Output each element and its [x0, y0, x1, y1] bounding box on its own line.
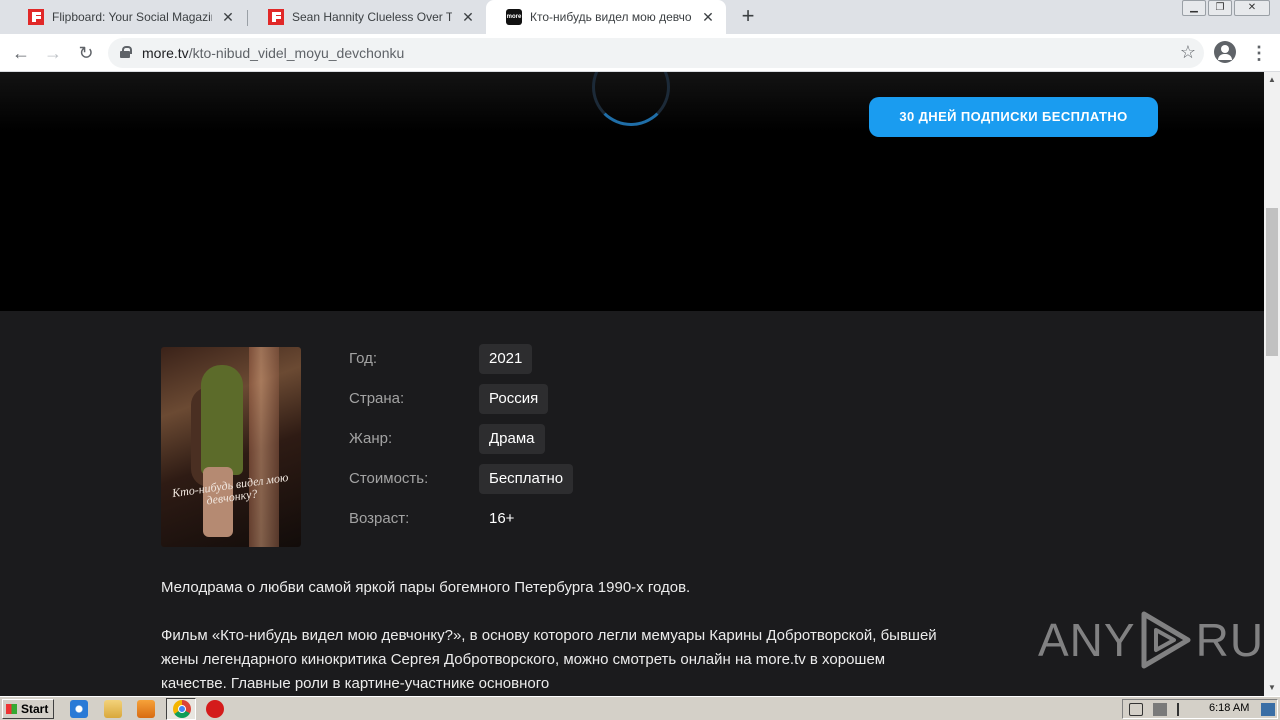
scrollbar-thumb[interactable] [1266, 208, 1278, 356]
file-explorer-icon[interactable] [104, 700, 122, 718]
flipboard-icon [28, 9, 44, 25]
detail-label: Стоимость: [349, 470, 429, 487]
close-tab-icon[interactable]: ✕ [220, 9, 236, 25]
anyrun-watermark: ANY RUN [1038, 610, 1264, 670]
detail-label: Год: [349, 350, 378, 367]
tab-title: Flipboard: Your Social Magazine [52, 10, 212, 24]
browser-toolbar: ← → ↻ more.tv/kto-nibud_videl_moyu_devch… [0, 34, 1280, 72]
movie-poster: Кто-нибудь видел мою девчонку? [161, 347, 301, 547]
detail-row-genre: Жанр: Драма [349, 424, 749, 454]
close-tab-icon[interactable]: ✕ [460, 9, 476, 25]
movie-description: Мелодрама о любви самой яркой пары богем… [161, 576, 951, 696]
detail-label: Жанр: [349, 430, 393, 447]
tab-title: Sean Hannity Clueless Over Tucker C [292, 10, 452, 24]
url-text[interactable]: more.tv/kto-nibud_videl_moyu_devchonku [142, 45, 404, 61]
url-path: /kto-nibud_videl_moyu_devchonku [188, 45, 405, 61]
price-tag[interactable]: Бесплатно [479, 464, 574, 494]
watermark-text-right: RUN [1195, 614, 1264, 666]
show-desktop-icon[interactable] [1261, 703, 1275, 716]
detail-row-year: Год: 2021 [349, 344, 749, 374]
flipboard-icon [268, 9, 284, 25]
antivirus-icon[interactable] [206, 700, 224, 718]
close-tab-icon[interactable]: ✕ [700, 9, 716, 25]
tab-title: Кто-нибудь видел мою девчонку? [530, 10, 692, 24]
tab-hannity[interactable]: Sean Hannity Clueless Over Tucker C ✕ [248, 0, 486, 34]
taskbar-chrome-button[interactable] [166, 698, 196, 720]
more-tv-icon: more [506, 9, 522, 25]
forward-arrow-icon[interactable]: → [41, 41, 65, 65]
volume-icon[interactable] [1129, 703, 1143, 716]
detail-label: Страна: [349, 390, 405, 407]
genre-tag[interactable]: Драма [479, 424, 545, 454]
back-arrow-icon[interactable]: ← [9, 41, 33, 65]
new-tab-button[interactable]: + [736, 5, 760, 29]
lock-icon [120, 46, 132, 58]
internet-explorer-icon[interactable] [70, 700, 88, 718]
start-button[interactable]: Start [2, 699, 54, 719]
url-host: more.tv [142, 45, 189, 61]
scroll-down-arrow-icon[interactable]: ▼ [1264, 680, 1280, 696]
age-rating: 16+ [489, 510, 515, 527]
windows-taskbar: Start 6:18 AM [0, 696, 1280, 720]
restore-button[interactable]: ❐ [1208, 0, 1232, 16]
year-tag[interactable]: 2021 [479, 344, 533, 374]
page-viewport: 30 ДНЕЙ ПОДПИСКИ БЕСПЛАТНО Кто-нибудь ви… [0, 72, 1264, 696]
profile-avatar-icon[interactable] [1214, 41, 1236, 63]
scroll-up-arrow-icon[interactable]: ▲ [1264, 72, 1280, 88]
tab-flipboard[interactable]: Flipboard: Your Social Magazine ✕ [8, 0, 246, 34]
description-paragraph: Фильм «Кто-нибудь видел мою девчонку?», … [161, 627, 937, 692]
close-window-button[interactable]: ✕ [1234, 0, 1270, 16]
country-tag[interactable]: Россия [479, 384, 549, 414]
system-tray: 6:18 AM [1122, 699, 1278, 719]
detail-row-price: Стоимость: Бесплатно [349, 464, 749, 494]
window-controls: ▁ ❐ ✕ [1180, 0, 1270, 16]
kebab-menu-icon[interactable]: ⋮ [1250, 41, 1268, 65]
tab-strip: Flipboard: Your Social Magazine ✕ Sean H… [0, 0, 1280, 34]
minimize-button[interactable]: ▁ [1182, 0, 1206, 16]
free-subscription-button[interactable]: 30 ДНЕЙ ПОДПИСКИ БЕСПЛАТНО [869, 97, 1158, 137]
description-paragraph: Мелодрама о любви самой яркой пары богем… [161, 579, 691, 596]
bookmark-star-icon[interactable]: ☆ [1180, 42, 1196, 63]
detail-label: Возраст: [349, 510, 410, 527]
flag-icon[interactable] [1177, 703, 1191, 716]
clock: 6:18 AM [1209, 702, 1250, 714]
tab-more-tv[interactable]: more Кто-нибудь видел мою девчонку? ✕ [486, 0, 726, 34]
detail-row-country: Страна: Россия [349, 384, 749, 414]
detail-row-age: Возраст: 16+ [349, 504, 749, 534]
address-bar[interactable]: more.tv/kto-nibud_videl_moyu_devchonku ☆ [108, 38, 1204, 68]
play-logo-icon [1141, 611, 1191, 669]
page-scrollbar[interactable]: ▲ ▼ [1264, 72, 1280, 696]
reload-icon[interactable]: ↻ [74, 41, 98, 65]
network-icon[interactable] [1153, 703, 1167, 716]
video-player[interactable]: 30 ДНЕЙ ПОДПИСКИ БЕСПЛАТНО [0, 72, 1264, 311]
loading-spinner-icon [592, 72, 670, 126]
media-player-icon[interactable] [137, 700, 155, 718]
watermark-text-left: ANY [1038, 614, 1136, 666]
